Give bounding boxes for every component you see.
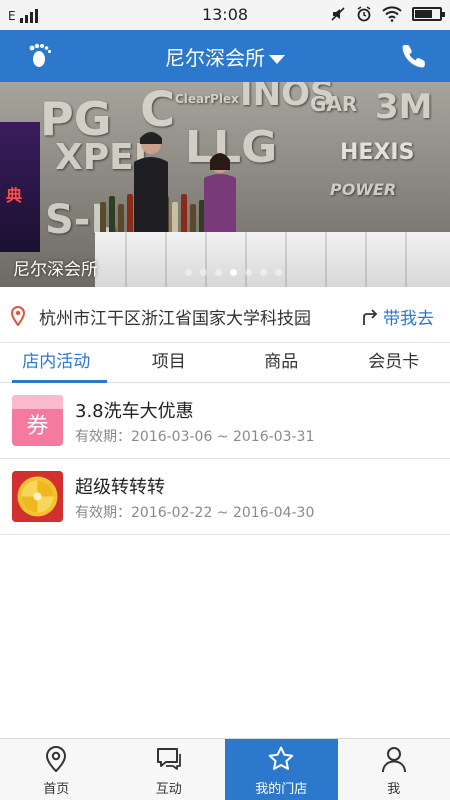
navigate-label: 带我去 xyxy=(383,309,434,329)
status-bar: E 13:08 xyxy=(0,0,450,30)
nav-me[interactable]: 我 xyxy=(338,739,450,800)
carousel-dot[interactable] xyxy=(215,269,222,276)
alarm-icon xyxy=(357,6,371,22)
carousel-dot[interactable] xyxy=(275,269,282,276)
list-item[interactable]: 券 3.8洗车大优惠 有效期：2016-03-06 ~ 2016-03-31 xyxy=(0,383,450,459)
nav-interact[interactable]: 互动 xyxy=(113,739,226,800)
lucky-wheel-icon xyxy=(12,471,63,522)
battery-icon xyxy=(412,7,445,21)
store-title: 尼尔深会所 xyxy=(165,46,265,70)
activity-validity: 有效期：2016-02-22 ~ 2016-04-30 xyxy=(75,505,315,521)
person-icon xyxy=(381,747,406,773)
coupon-label: 券 xyxy=(26,414,49,439)
store-address: 杭州市江干区浙江省国家大学科技园 xyxy=(39,309,311,329)
activity-title: 3.8洗车大优惠 xyxy=(75,401,194,422)
activity-validity: 有效期：2016-03-06 ~ 2016-03-31 xyxy=(75,429,315,445)
bottom-navigation: 首页 互动 我的门店 我 xyxy=(0,738,450,800)
carousel-indicator xyxy=(185,269,282,276)
nav-home[interactable]: 首页 xyxy=(0,739,113,800)
navigate-button[interactable]: 带我去 xyxy=(361,304,434,329)
nav-me-label: 我 xyxy=(387,782,401,797)
chat-icon xyxy=(156,748,181,770)
phone-icon[interactable] xyxy=(400,42,428,70)
carousel-dot-active[interactable] xyxy=(230,269,237,276)
location-pin-icon xyxy=(46,745,67,773)
chevron-down-icon xyxy=(269,55,285,64)
nav-my-store[interactable]: 我的门店 xyxy=(225,739,338,800)
carousel-dot[interactable] xyxy=(245,269,252,276)
store-title-dropdown[interactable]: 尼尔深会所 xyxy=(0,42,450,71)
nav-home-label: 首页 xyxy=(43,782,70,797)
location-pin-icon xyxy=(10,306,26,326)
coupon-icon: 券 xyxy=(12,395,63,446)
tab-projects[interactable]: 项目 xyxy=(113,343,226,382)
store-banner-carousel[interactable]: PG C ClearPlex INOS GAR 3M XPEL LLG HEXI… xyxy=(0,82,450,287)
turn-arrow-icon xyxy=(363,308,378,325)
nav-my-store-label: 我的门店 xyxy=(255,782,308,797)
activity-list: 券 3.8洗车大优惠 有效期：2016-03-06 ~ 2016-03-31 超… xyxy=(0,383,450,535)
tab-products[interactable]: 商品 xyxy=(225,343,338,382)
tab-activities[interactable]: 店内活动 xyxy=(0,343,113,383)
carousel-dot[interactable] xyxy=(260,269,267,276)
tab-membership-card[interactable]: 会员卡 xyxy=(338,343,450,382)
carousel-dot[interactable] xyxy=(185,269,192,276)
mute-icon xyxy=(331,7,345,21)
banner-caption: 尼尔深会所 xyxy=(13,260,98,280)
carousel-dot[interactable] xyxy=(200,269,207,276)
store-address-row[interactable]: 杭州市江干区浙江省国家大学科技园 带我去 xyxy=(0,287,450,343)
activity-title: 超级转转转 xyxy=(75,477,165,498)
nav-interact-label: 互动 xyxy=(155,782,182,797)
wifi-icon xyxy=(382,6,402,22)
app-header: 尼尔深会所 xyxy=(0,30,450,82)
list-item[interactable]: 超级转转转 有效期：2016-02-22 ~ 2016-04-30 xyxy=(0,459,450,535)
banner-table xyxy=(95,232,450,287)
star-icon xyxy=(268,746,294,770)
store-tabs: 店内活动 项目 商品 会员卡 xyxy=(0,343,450,383)
